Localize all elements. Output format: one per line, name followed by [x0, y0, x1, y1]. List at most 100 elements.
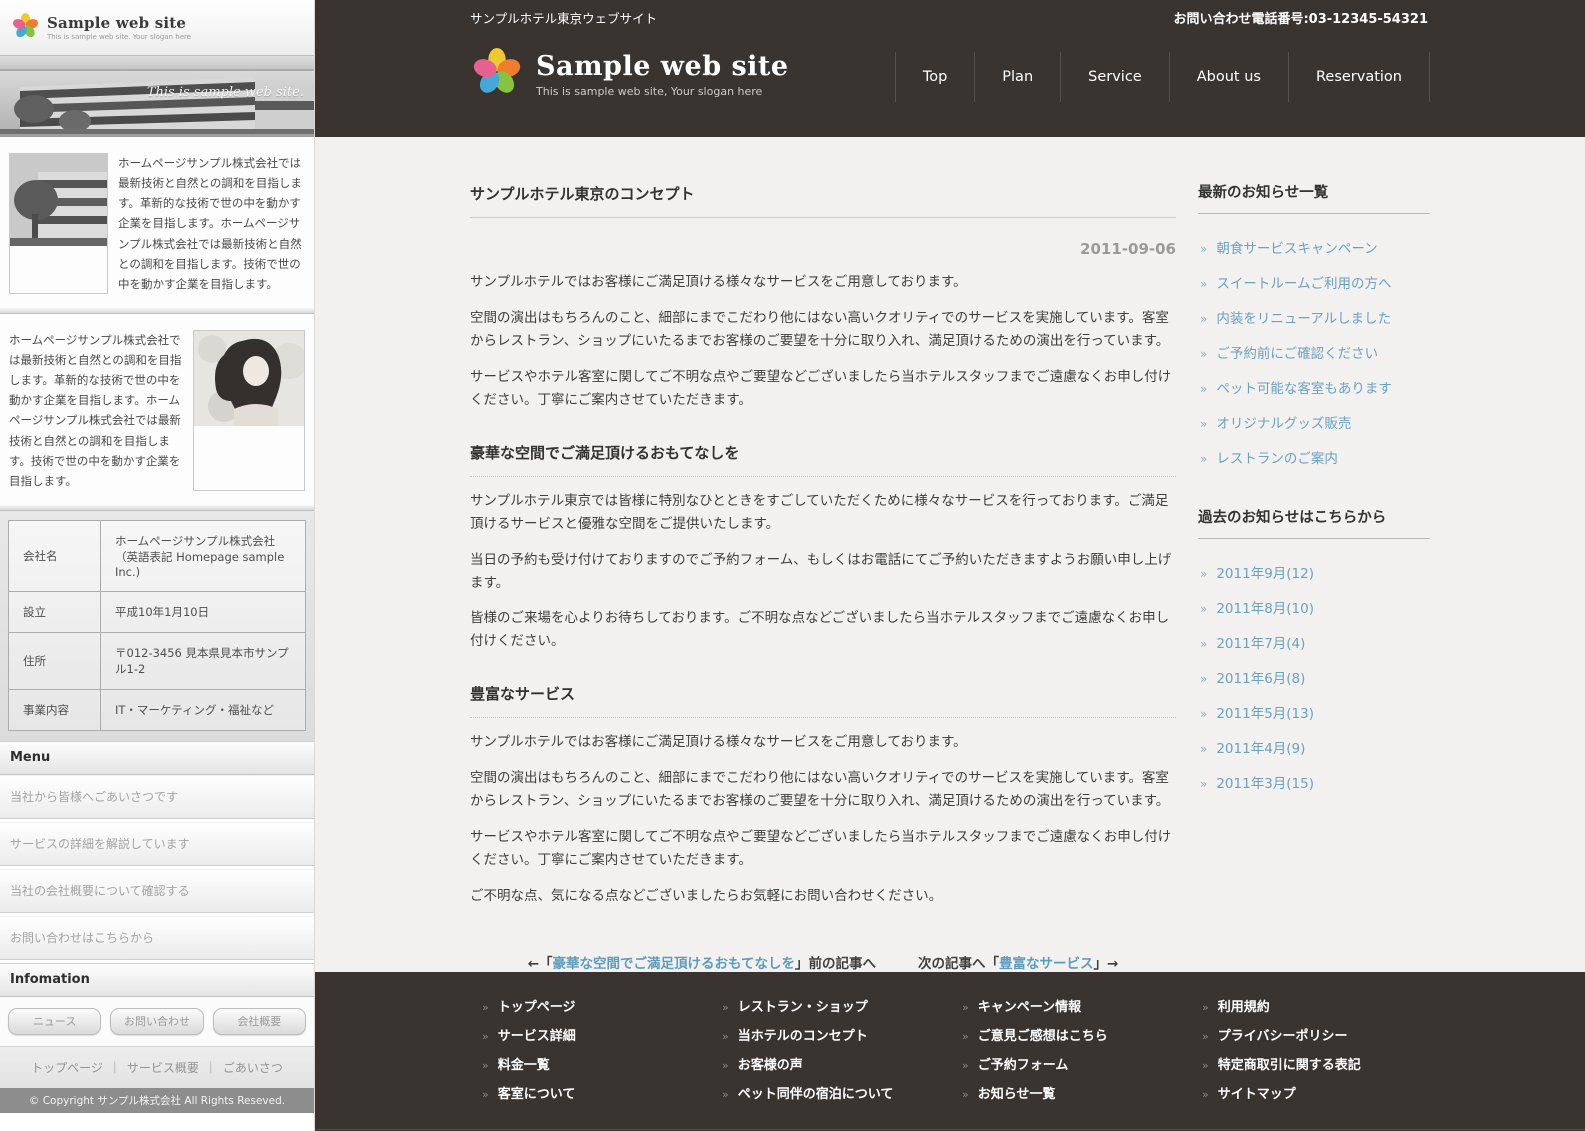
footer-link[interactable]: プライバシーポリシー	[1218, 1025, 1348, 1044]
footer-link[interactable]: ご予約フォーム	[978, 1054, 1069, 1073]
chevron-right-icon: »	[1202, 1030, 1209, 1043]
list-item: »2011年8月(10)	[1200, 597, 1430, 617]
list-item: »スイートルームご利用の方へ	[1200, 272, 1430, 292]
company-button[interactable]: 会社概要	[213, 1008, 306, 1035]
left-footer-link-service[interactable]: サービス概要	[127, 1059, 199, 1076]
footer-link[interactable]: キャンペーン情報	[978, 996, 1081, 1015]
archive-link[interactable]: 2011年4月(9)	[1216, 737, 1305, 757]
chevron-right-icon: »	[1200, 637, 1207, 651]
chevron-right-icon: »	[962, 1088, 969, 1101]
news-button[interactable]: ニュース	[8, 1008, 101, 1035]
table-value: IT・マーケティング・福祉など	[101, 689, 306, 730]
footer-link[interactable]: ご意見ご感想はこちら	[978, 1025, 1108, 1044]
archive-link[interactable]: 2011年9月(12)	[1216, 562, 1314, 582]
footer-link[interactable]: 料金一覧	[498, 1054, 550, 1073]
site-logo-title: Sample web site	[536, 51, 789, 82]
footer-link[interactable]: お知らせ一覧	[978, 1083, 1056, 1102]
left-divider-strip	[0, 55, 314, 71]
archive-link[interactable]: 2011年8月(10)	[1216, 597, 1314, 617]
site-logo[interactable]: Sample web site This is sample web site,…	[472, 46, 789, 102]
list-item: »レストランのご案内	[1200, 447, 1430, 467]
news-link[interactable]: 内装をリニューアルしました	[1216, 307, 1391, 327]
chevron-right-icon: »	[962, 1059, 969, 1072]
pager-prev-arrow: ←「	[528, 956, 553, 972]
footer-link[interactable]: サービス詳細	[498, 1025, 576, 1044]
left-footer-link-top[interactable]: トップページ	[31, 1059, 103, 1076]
information-header: Infomation	[0, 963, 314, 997]
table-row: 会社名 ホームページサンプル株式会社 （英語表記 Homepage sample…	[9, 520, 306, 591]
chevron-right-icon: »	[482, 1088, 489, 1101]
article-date: 2011-09-06	[470, 240, 1176, 258]
archive-link[interactable]: 2011年3月(15)	[1216, 772, 1314, 792]
chevron-right-icon: »	[482, 1001, 489, 1014]
footer-link[interactable]: 利用規約	[1218, 996, 1270, 1015]
chevron-right-icon: »	[482, 1030, 489, 1043]
chevron-right-icon: »	[1200, 312, 1207, 326]
article-paragraph: 皆様のご来場を心よりお待ちしております。ご不明な点などございましたら当ホテルスタ…	[470, 607, 1176, 653]
footer-link[interactable]: お客様の声	[738, 1054, 803, 1073]
list-item: » 2011年5月(13)	[1200, 702, 1430, 722]
news-link[interactable]: ペット可能な客室もあります	[1216, 377, 1392, 397]
list-item: » ご予約前にご確認ください	[1200, 342, 1430, 362]
news-list: »朝食サービスキャンペーン »スイートルームご利用の方へ »内装をリニューアルし…	[1198, 214, 1430, 492]
left-logo[interactable]: Sample web site This is sample web site.…	[0, 0, 314, 55]
site-note: サンプルホテル東京ウェブサイト	[470, 8, 657, 27]
chevron-right-icon: »	[962, 1001, 969, 1014]
nav-service[interactable]: Service	[1060, 52, 1169, 102]
main-site: サンプルホテル東京ウェブサイト お問い合わせ電話番号:03-12345-5432…	[315, 0, 1585, 1131]
chevron-right-icon: »	[962, 1030, 969, 1043]
chevron-right-icon: »	[1200, 347, 1207, 361]
nav-about[interactable]: About us	[1169, 52, 1288, 102]
archive-link[interactable]: 2011年7月(4)	[1216, 632, 1305, 652]
news-link[interactable]: スイートルームご利用の方へ	[1216, 272, 1391, 292]
contact-button[interactable]: お問い合わせ	[110, 1008, 203, 1035]
chevron-right-icon: »	[482, 1059, 489, 1072]
chevron-right-icon: »	[1200, 382, 1207, 396]
pager-next-label: 次の記事へ「	[918, 956, 999, 972]
footer-link[interactable]: サイトマップ	[1218, 1083, 1296, 1102]
table-label: 設立	[9, 591, 101, 632]
list-item: »2011年4月(9)	[1200, 737, 1430, 757]
chevron-right-icon: »	[722, 1030, 729, 1043]
news-link[interactable]: ご予約前にご確認ください	[1216, 342, 1378, 362]
list-item: » 内装をリニューアルしました	[1200, 307, 1430, 327]
archive-link[interactable]: 2011年5月(13)	[1216, 702, 1314, 722]
nav-reservation[interactable]: Reservation	[1288, 52, 1430, 102]
footer-link[interactable]: 当ホテルのコンセプト	[738, 1025, 868, 1044]
footer-column-1: » トップページ » サービス詳細 » 料金一覧 » 客室について	[470, 996, 710, 1112]
footer-link[interactable]: ペット同伴の宿泊について	[738, 1083, 894, 1102]
menu-item-contact[interactable]: お問い合わせはこちらから	[0, 916, 314, 960]
chevron-right-icon: »	[1200, 707, 1207, 721]
menu-header: Menu	[0, 741, 314, 775]
footer-link[interactable]: トップページ	[498, 996, 576, 1015]
site-footer: » トップページ » サービス詳細 » 料金一覧 » 客室について » レストラン・ショッ…	[315, 972, 1585, 1131]
pager-prev-link[interactable]: 豪華な空間でご満足頂けるおもてなしを	[553, 956, 795, 972]
footer-link[interactable]: 客室について	[498, 1083, 576, 1102]
list-item: »2011年9月(12)	[1200, 562, 1430, 582]
table-row: 設立 平成10年1月10日	[9, 591, 306, 632]
pager-next-link[interactable]: 豊富なサービス	[999, 956, 1094, 972]
news-link[interactable]: 朝食サービスキャンペーン	[1216, 237, 1377, 257]
article-paragraph: サンプルホテルではお客様にご満足頂ける様々なサービスをご用意しております。	[470, 731, 1176, 754]
nav-plan[interactable]: Plan	[974, 52, 1060, 102]
news-link[interactable]: レストランのご案内	[1216, 447, 1338, 467]
chevron-right-icon: »	[1200, 417, 1207, 431]
about-text: ホームページサンプル株式会社では最新技術と自然との調和を目指します。革新的な技術…	[118, 153, 305, 294]
archive-link[interactable]: 2011年6月(8)	[1216, 667, 1305, 687]
news-list-title: 最新のお知らせ一覧	[1198, 181, 1430, 214]
nav-top[interactable]: Top	[895, 52, 974, 102]
footer-link[interactable]: 特定商取引に関する表記	[1218, 1054, 1361, 1073]
archive-list-title: 過去のお知らせはこちらから	[1198, 506, 1430, 539]
menu-item-greeting[interactable]: 当社から皆様へごあいさつです	[0, 775, 314, 819]
menu-item-company[interactable]: 当社の会社概要について確認する	[0, 869, 314, 913]
news-link[interactable]: オリジナルグッズ販売	[1216, 412, 1351, 432]
table-row: 住所 〒012-3456 見本県見本市サンプル1-2	[9, 632, 306, 689]
menu-item-service[interactable]: サービスの詳細を解説しています	[0, 822, 314, 866]
chevron-right-icon: »	[1202, 1088, 1209, 1101]
chevron-right-icon: »	[1200, 672, 1207, 686]
flower-logo-icon	[12, 12, 39, 44]
footer-link[interactable]: レストラン・ショップ	[738, 996, 868, 1015]
contact-phone: お問い合わせ電話番号:03-12345-54321	[1173, 8, 1428, 27]
left-footer-link-greeting[interactable]: ごあいさつ	[223, 1059, 283, 1076]
article-pager: ←「豪華な空間でご満足頂けるおもてなしを」前の記事へ 次の記事へ「豊富なサービス…	[470, 952, 1176, 972]
